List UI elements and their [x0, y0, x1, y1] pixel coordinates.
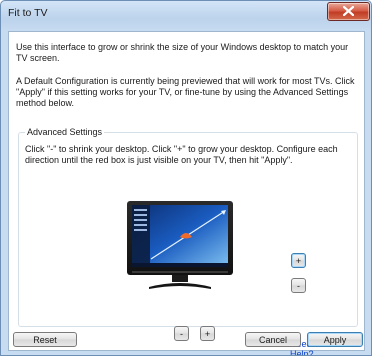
- tv-preview-image: [127, 201, 233, 289]
- advanced-settings-legend: Advanced Settings: [25, 127, 105, 137]
- close-icon: [343, 6, 354, 16]
- reset-button[interactable]: Reset: [13, 332, 77, 347]
- grow-horizontal-button[interactable]: +: [200, 326, 215, 341]
- shrink-horizontal-button[interactable]: -: [174, 326, 189, 341]
- advanced-settings-group: Advanced Settings Click "-" to shrink yo…: [18, 127, 358, 355]
- intro-paragraph-2: A Default Configuration is currently bei…: [16, 76, 355, 108]
- advanced-instructions: Click "-" to shrink your desktop. Click …: [25, 144, 338, 165]
- grow-vertical-button[interactable]: +: [291, 253, 306, 268]
- cancel-button[interactable]: Cancel: [245, 332, 301, 347]
- apply-button[interactable]: Apply: [307, 332, 363, 347]
- intro-paragraph-1: Use this interface to grow or shrink the…: [16, 42, 349, 63]
- dialog-content: Use this interface to grow or shrink the…: [8, 31, 365, 355]
- fit-to-tv-dialog: Fit to TV Use this interface to grow or …: [0, 0, 372, 356]
- close-button[interactable]: [327, 2, 370, 21]
- window-title: Fit to TV: [8, 7, 48, 19]
- title-bar: Fit to TV: [1, 1, 371, 25]
- shrink-vertical-button[interactable]: -: [291, 278, 306, 293]
